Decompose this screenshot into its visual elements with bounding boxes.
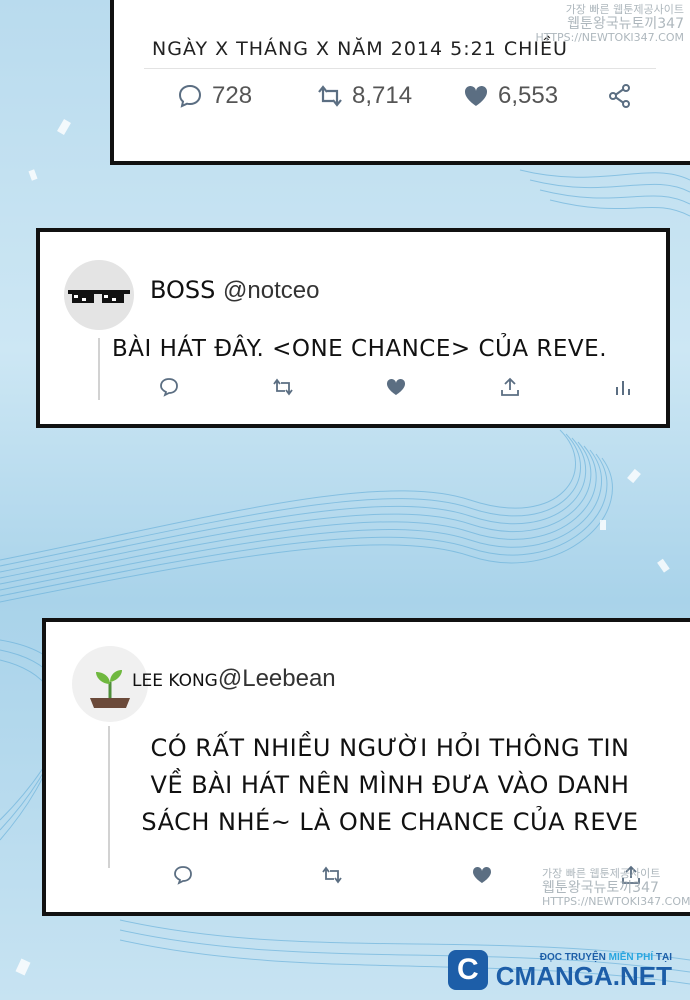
reply-count-button[interactable]: 728 (176, 82, 252, 110)
reply-icon (178, 84, 202, 108)
retweet-count: 8,714 (352, 82, 413, 109)
retweet-count-button[interactable]: 8,714 (316, 82, 412, 110)
tweet-card-boss: BOSS @notceo BÀI HÁT ĐÂY. <ONE CHANCE> C… (36, 228, 670, 428)
tweet-text-line: SÁCH NHÉ~ LÀ ONE CHANCE CỦA REVE (141, 808, 639, 836)
brand-name: CMANGA.NET (495, 960, 672, 991)
watermark-bottom: 가장 빠른 웹툰제공사이트 웹툰왕국뉴토끼347 HTTPS://NEWTOKI… (542, 868, 690, 908)
watermark-line: 웹툰왕국뉴토끼347 (567, 16, 684, 32)
watermark-line: 가장 빠른 웹툰제공사이트 (565, 3, 684, 16)
like-count-button[interactable]: 6,553 (462, 82, 558, 110)
tweet-text-line: VỀ BÀI HÁT NÊN MÌNH ĐƯA VÀO DANH (150, 771, 630, 799)
author-name: BOSS (150, 276, 216, 304)
share-icon (609, 84, 630, 108)
author-line: LEE KONG@Leebean (132, 664, 336, 693)
heart-icon[interactable] (471, 864, 493, 886)
reply-icon[interactable] (172, 864, 194, 886)
watermark-line: 웹툰왕국뉴토끼347 (542, 880, 659, 896)
like-count: 6,553 (498, 82, 559, 109)
watermark-line: HTTPS://NEWTOKI347.COM (535, 31, 684, 44)
reply-icon[interactable] (158, 376, 180, 398)
tweet-date: NGÀY X THÁNG X NĂM 2014 5:21 CHIỀU (152, 38, 568, 60)
heart-icon (464, 85, 488, 106)
tweet-text: CÓ RẤT NHIỀU NGƯỜI HỎI THÔNG TIN VỀ BÀI … (120, 730, 660, 841)
author-name: LEE KONG (132, 671, 218, 691)
divider (144, 68, 656, 69)
tweet-text-line: CÓ RẤT NHIỀU NGƯỜI HỎI THÔNG TIN (150, 734, 630, 762)
cmanga-logo-icon: C (447, 950, 488, 990)
watermark-top: 가장 빠른 웹툰제공사이트 웹툰왕국뉴토끼347 HTTPS://NEWTOKI… (536, 4, 684, 44)
retweet-icon[interactable] (321, 864, 343, 886)
tweet-actions (158, 376, 634, 398)
reply-count: 728 (212, 82, 253, 109)
author-handle[interactable]: @notceo (223, 277, 319, 304)
author-handle[interactable]: @Leebean (218, 665, 336, 692)
tweet-text: BÀI HÁT ĐÂY. <ONE CHANCE> CỦA REVE. (112, 336, 608, 362)
share-button[interactable] (606, 82, 634, 110)
retweet-icon[interactable] (272, 376, 294, 398)
author-line: BOSS @notceo (150, 276, 319, 305)
avatar-boss[interactable] (64, 260, 134, 330)
heart-icon[interactable] (385, 376, 407, 398)
brand-text: ĐỌC TRUYỆN MIỄN PHÍ TẠI CMANGA.NET (496, 952, 672, 989)
retweet-icon (318, 85, 342, 107)
thread-line (108, 726, 110, 868)
site-brand[interactable]: C ĐỌC TRUYỆN MIỄN PHÍ TẠI CMANGA.NET (447, 950, 672, 990)
watermark-line: HTTPS://NEWTOKI347.COM (542, 895, 690, 908)
thread-line (98, 338, 100, 400)
analytics-icon[interactable] (612, 376, 634, 398)
sunglasses-icon (68, 290, 130, 303)
share-icon[interactable] (499, 376, 521, 398)
watermark-line: 가장 빠른 웹툰제공사이트 (542, 867, 661, 880)
